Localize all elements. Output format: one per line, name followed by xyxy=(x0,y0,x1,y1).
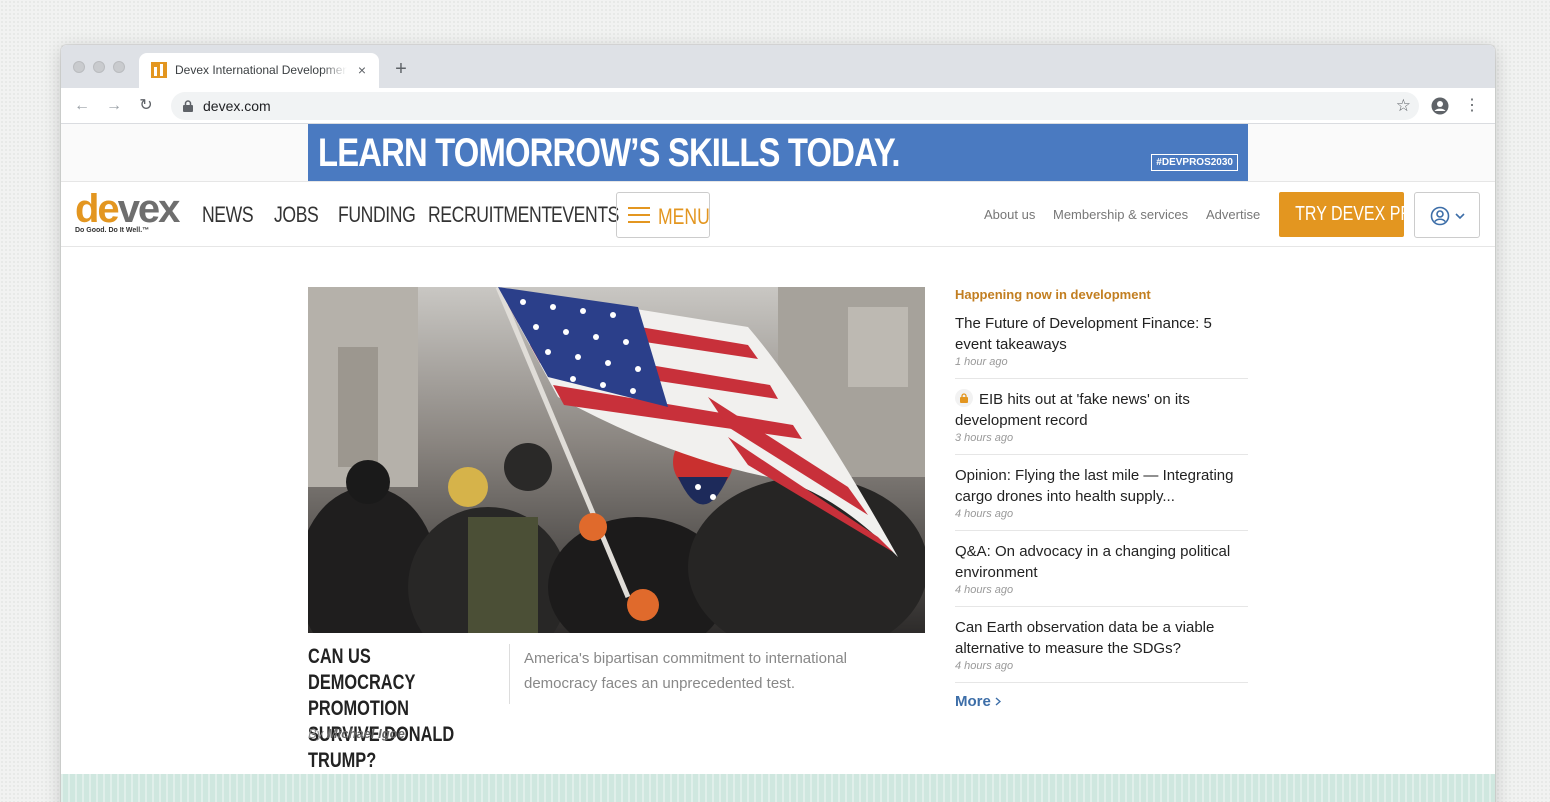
article-title[interactable]: Can Earth observation data be a viable a… xyxy=(955,617,1248,659)
tab-close-icon[interactable]: × xyxy=(355,63,369,77)
article-time: 4 hours ago xyxy=(955,660,1014,672)
zoom-window-button[interactable] xyxy=(113,61,125,73)
hero-divider xyxy=(509,644,510,704)
hamburger-icon xyxy=(628,207,650,223)
menu-label: MENU xyxy=(658,204,710,229)
address-bar[interactable]: devex.com ☆ xyxy=(171,92,1419,120)
site-header: devex Do Good. Do It Well.™ NEWS JOBS FU… xyxy=(61,181,1495,247)
list-item[interactable]: Opinion: Flying the last mile — Integrat… xyxy=(955,465,1248,531)
author-name[interactable]: Michael Igoe xyxy=(327,726,405,741)
article-title[interactable]: The Future of Development Finance: 5 eve… xyxy=(955,313,1248,355)
user-account-button[interactable] xyxy=(1414,192,1480,238)
nav-events[interactable]: EVENTS xyxy=(551,202,619,228)
bookmark-star-icon[interactable]: ☆ xyxy=(1396,96,1411,116)
ad-strip: LEARN TOMORROW’S SKILLS TODAY. #DEVPROS2… xyxy=(61,124,1495,181)
pro-lock-icon xyxy=(955,389,973,407)
bottom-banner-strip xyxy=(61,774,1495,802)
hero-image[interactable] xyxy=(308,287,925,633)
list-item[interactable]: Q&A: On advocacy in a changing political… xyxy=(955,541,1248,607)
close-window-button[interactable] xyxy=(73,61,85,73)
tab-title: Devex International Development xyxy=(175,63,347,77)
browser-menu-icon[interactable]: ⋮ xyxy=(1463,97,1481,115)
chevron-down-icon xyxy=(1455,213,1465,220)
sidebar-heading: Happening now in development xyxy=(955,287,1151,302)
lock-icon xyxy=(183,100,193,112)
url-text: devex.com xyxy=(203,98,271,114)
try-devex-pro-button[interactable]: TRY DEVEX PRO xyxy=(1279,192,1424,237)
about-us-link[interactable]: About us xyxy=(984,207,1035,222)
logo-vex: vex xyxy=(117,187,181,231)
article-time: 3 hours ago xyxy=(955,432,1014,444)
devex-favicon-icon xyxy=(151,62,167,78)
nav-jobs[interactable]: JOBS xyxy=(274,202,319,228)
browser-toolbar: ← → ↻ devex.com ☆ ⋮ xyxy=(61,88,1495,124)
membership-link[interactable]: Membership & services xyxy=(1053,207,1188,222)
back-icon[interactable]: ← xyxy=(73,97,91,115)
tab-strip: Devex International Development × + xyxy=(61,45,1495,88)
forward-icon[interactable]: → xyxy=(105,97,123,115)
protest-flag-photo xyxy=(308,287,925,633)
menu-button[interactable]: MENU xyxy=(616,192,710,238)
page-content: LEARN TOMORROW’S SKILLS TODAY. #DEVPROS2… xyxy=(61,124,1495,802)
browser-tab[interactable]: Devex International Development × xyxy=(139,53,379,88)
more-link[interactable]: More xyxy=(955,693,1248,710)
byline-prefix: By xyxy=(308,726,324,741)
article-time: 4 hours ago xyxy=(955,508,1014,520)
ad-headline: LEARN TOMORROW’S SKILLS TODAY. xyxy=(318,131,900,175)
happening-now-sidebar: Happening now in development The Future … xyxy=(955,287,1248,710)
hero-byline: By Michael Igoe xyxy=(308,726,405,741)
nav-funding[interactable]: FUNDING xyxy=(338,202,416,228)
article-title-locked[interactable]: EIB hits out at 'fake news' on its devel… xyxy=(955,389,1248,431)
main-nav: NEWS JOBS FUNDING RECRUITMENT EVENTS xyxy=(202,202,633,228)
article-title-text: EIB hits out at 'fake news' on its devel… xyxy=(955,391,1190,429)
list-item[interactable]: EIB hits out at 'fake news' on its devel… xyxy=(955,389,1248,455)
devex-logo[interactable]: devex Do Good. Do It Well.™ xyxy=(75,187,181,234)
hero-headline[interactable]: CAN US DEMOCRACY PROMOTION SURVIVE DONAL… xyxy=(308,644,472,774)
reload-icon[interactable]: ↻ xyxy=(137,97,155,115)
new-tab-button[interactable]: + xyxy=(391,59,411,80)
ad-hashtag: #DEVPROS2030 xyxy=(1151,154,1238,171)
article-time: 4 hours ago xyxy=(955,584,1014,596)
nav-news[interactable]: NEWS xyxy=(202,202,254,228)
list-item[interactable]: The Future of Development Finance: 5 eve… xyxy=(955,313,1248,379)
nav-recruitment[interactable]: RECRUITMENT xyxy=(428,202,552,228)
article-title[interactable]: Q&A: On advocacy in a changing political… xyxy=(955,541,1248,583)
logo-de: de xyxy=(75,187,120,231)
hero-summary: America's bipartisan commitment to inter… xyxy=(524,650,847,692)
profile-icon[interactable] xyxy=(1431,97,1449,115)
user-icon xyxy=(1430,206,1450,226)
browser-window: Devex International Development × + ← → … xyxy=(61,45,1495,802)
article-title[interactable]: Opinion: Flying the last mile — Integrat… xyxy=(955,465,1248,507)
try-devex-pro-label: TRY DEVEX PRO xyxy=(1295,203,1425,225)
article-time: 1 hour ago xyxy=(955,356,1008,368)
ad-banner[interactable]: LEARN TOMORROW’S SKILLS TODAY. #DEVPROS2… xyxy=(308,124,1248,181)
list-item[interactable]: Can Earth observation data be a viable a… xyxy=(955,617,1248,683)
chevron-right-icon xyxy=(995,697,1002,706)
advertise-link[interactable]: Advertise xyxy=(1206,207,1260,222)
more-label: More xyxy=(955,693,991,710)
minimize-window-button[interactable] xyxy=(93,61,105,73)
